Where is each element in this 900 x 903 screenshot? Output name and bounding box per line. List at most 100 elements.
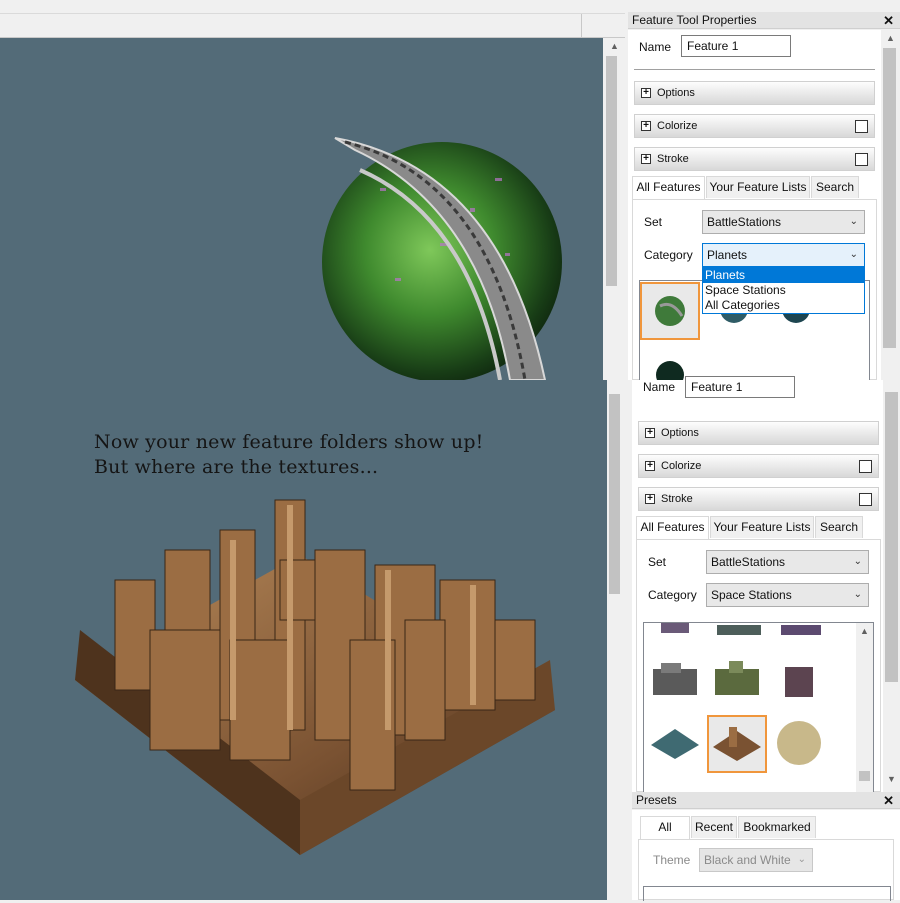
station-thumbnail-image bbox=[661, 623, 689, 633]
section-label: Options bbox=[661, 427, 699, 439]
name-label: Name bbox=[639, 40, 672, 54]
all-features-tab-body: Set BattleStations ⌄ Category Space Stat… bbox=[636, 539, 881, 793]
presets-body: All Recent Bookmarked Theme Black and Wh… bbox=[632, 810, 900, 901]
station-thumbnail-image bbox=[715, 661, 759, 695]
station-thumbnail[interactable] bbox=[709, 655, 769, 713]
city-thumbnail-image bbox=[713, 727, 761, 761]
name-input[interactable]: Feature 1 bbox=[685, 376, 795, 398]
tab-your-feature-lists[interactable]: Your Feature Lists bbox=[706, 176, 810, 198]
theme-select[interactable]: Black and White ⌄ bbox=[699, 848, 813, 872]
station-thumbnail[interactable] bbox=[771, 655, 831, 713]
scroll-up-arrow-icon[interactable]: ▲ bbox=[882, 30, 899, 47]
tab-search[interactable]: Search bbox=[811, 176, 859, 198]
tab-search[interactable]: Search bbox=[815, 516, 863, 538]
section-label: Stroke bbox=[657, 153, 689, 165]
name-input[interactable]: Feature 1 bbox=[681, 35, 791, 57]
stroke-section-header[interactable]: + Stroke bbox=[638, 487, 879, 511]
feature-thumbnail-grid: ▲ bbox=[643, 622, 874, 793]
divider bbox=[634, 69, 875, 70]
category-option-space-stations[interactable]: Space Stations bbox=[703, 283, 864, 298]
tab-all[interactable]: All bbox=[640, 816, 690, 840]
scrollbar-thumb[interactable] bbox=[885, 392, 898, 682]
toolbar bbox=[0, 14, 625, 38]
colorize-checkbox[interactable] bbox=[859, 460, 872, 473]
section-label: Options bbox=[657, 87, 695, 99]
scroll-up-arrow-icon[interactable]: ▲ bbox=[606, 38, 623, 55]
category-select-value: Planets bbox=[707, 248, 748, 262]
stroke-checkbox[interactable] bbox=[859, 493, 872, 506]
set-label: Set bbox=[648, 555, 667, 569]
presets-tab-body: Theme Black and White ⌄ bbox=[638, 839, 894, 901]
theme-label: Theme bbox=[653, 853, 691, 867]
feature-tool-properties-panel-scrolled: Name Feature 1 + Options + Colorize + St… bbox=[632, 376, 900, 793]
category-label: Category bbox=[644, 248, 693, 262]
set-label: Set bbox=[644, 215, 663, 229]
canvas-bottom-scrollbar[interactable] bbox=[607, 380, 627, 900]
scrollbar-thumb[interactable] bbox=[606, 56, 617, 286]
chevron-down-icon: ⌄ bbox=[853, 556, 862, 567]
menu-bar bbox=[0, 0, 625, 14]
stroke-checkbox[interactable] bbox=[855, 153, 868, 166]
set-select[interactable]: BattleStations ⌄ bbox=[702, 210, 865, 234]
tab-all-features[interactable]: All Features bbox=[636, 516, 709, 540]
panel-scrollbar[interactable]: ▲ bbox=[881, 30, 900, 380]
plus-box-icon[interactable]: + bbox=[645, 461, 655, 471]
plus-box-icon[interactable]: + bbox=[641, 154, 651, 164]
city-thumbnail-selected[interactable] bbox=[707, 715, 767, 773]
tab-your-feature-lists[interactable]: Your Feature Lists bbox=[710, 516, 814, 538]
set-select[interactable]: BattleStations ⌄ bbox=[706, 550, 869, 574]
category-label: Category bbox=[648, 588, 697, 602]
category-select[interactable]: Planets ⌄ bbox=[702, 243, 865, 267]
plus-box-icon[interactable]: + bbox=[645, 494, 655, 504]
station-thumbnail[interactable] bbox=[647, 655, 707, 713]
colorize-checkbox[interactable] bbox=[855, 120, 868, 133]
feature-tool-properties-panel: Feature Tool Properties ✕ Name Feature 1… bbox=[628, 12, 900, 389]
thumbnail-grid-scrollbar[interactable]: ▲ bbox=[856, 623, 873, 792]
station-thumbnail[interactable] bbox=[771, 715, 831, 773]
station-thumbnail[interactable] bbox=[647, 715, 707, 773]
colorize-section-header[interactable]: + Colorize bbox=[638, 454, 879, 478]
planet-thumbnail-selected[interactable] bbox=[640, 282, 700, 340]
panel-title-bar: Presets ✕ bbox=[632, 792, 900, 809]
map-canvas-top[interactable] bbox=[0, 38, 603, 382]
planet-station-artwork bbox=[322, 137, 562, 382]
panel-title-bar: Feature Tool Properties ✕ bbox=[628, 12, 900, 29]
scrollbar-thumb[interactable] bbox=[883, 48, 896, 348]
scrollbar-thumb[interactable] bbox=[859, 771, 870, 781]
panel-scrollbar[interactable]: ▼ bbox=[883, 380, 900, 792]
canvas-top-scrollbar[interactable]: ▲ bbox=[603, 38, 625, 380]
tab-recent[interactable]: Recent bbox=[691, 816, 737, 838]
station-thumbnail-image bbox=[653, 663, 697, 695]
panel-body: Name Feature 1 + Options + Colorize + St… bbox=[628, 30, 881, 389]
category-dropdown-list[interactable]: Planets Space Stations All Categories bbox=[702, 267, 865, 314]
options-section-header[interactable]: + Options bbox=[634, 81, 875, 105]
options-section-header[interactable]: + Options bbox=[638, 421, 879, 445]
section-label: Colorize bbox=[661, 460, 702, 472]
set-select-value: BattleStations bbox=[711, 555, 786, 569]
scroll-up-arrow-icon[interactable]: ▲ bbox=[856, 623, 873, 640]
colorize-section-header[interactable]: + Colorize bbox=[634, 114, 875, 138]
station-thumbnail-image bbox=[777, 721, 821, 765]
close-icon[interactable]: ✕ bbox=[883, 792, 894, 809]
plus-box-icon[interactable]: + bbox=[641, 88, 651, 98]
name-label: Name bbox=[643, 380, 676, 394]
station-thumbnail-image bbox=[717, 625, 761, 635]
feature-tabs: All Features Your Feature Lists Search bbox=[636, 516, 881, 540]
plus-box-icon[interactable]: + bbox=[641, 121, 651, 131]
panel-body: Name Feature 1 + Options + Colorize + St… bbox=[632, 376, 883, 793]
category-option-all-categories[interactable]: All Categories bbox=[703, 298, 864, 313]
stroke-section-header[interactable]: + Stroke bbox=[634, 147, 875, 171]
tab-bookmarked[interactable]: Bookmarked bbox=[738, 816, 816, 838]
tab-all-features[interactable]: All Features bbox=[632, 176, 705, 200]
scroll-down-arrow-icon[interactable]: ▼ bbox=[883, 771, 900, 788]
chevron-down-icon: ⌄ bbox=[849, 249, 858, 260]
category-select[interactable]: Space Stations ⌄ bbox=[706, 583, 869, 607]
close-icon[interactable]: ✕ bbox=[883, 12, 894, 29]
category-select-value: Space Stations bbox=[711, 588, 792, 602]
category-option-planets[interactable]: Planets bbox=[703, 268, 864, 283]
scrollbar-thumb[interactable] bbox=[609, 394, 620, 594]
presets-list bbox=[643, 886, 891, 901]
panel-title: Presets bbox=[636, 793, 677, 807]
plus-box-icon[interactable]: + bbox=[645, 428, 655, 438]
presets-tabs: All Recent Bookmarked bbox=[640, 816, 900, 840]
